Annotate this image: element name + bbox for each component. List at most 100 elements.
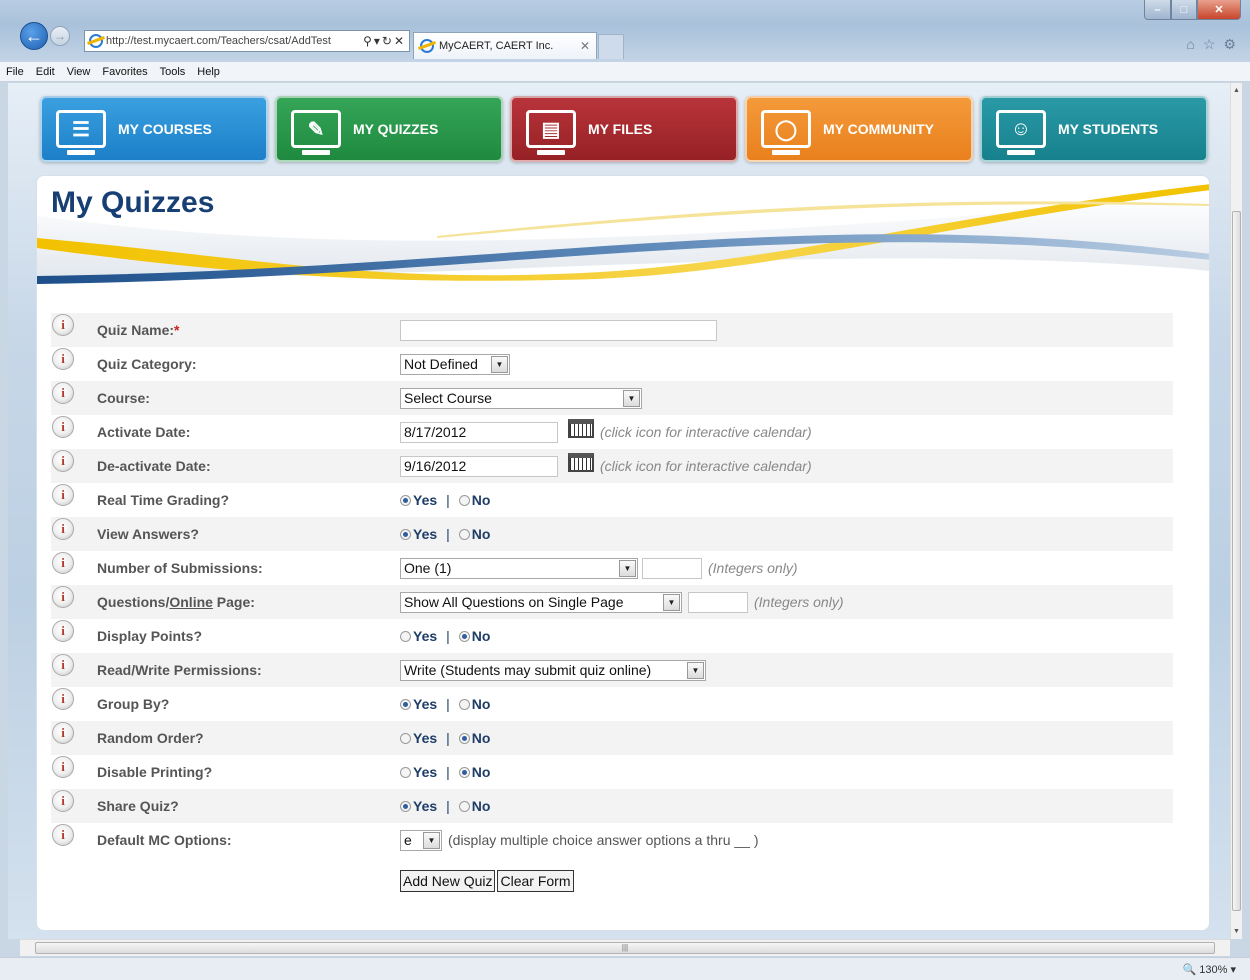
calendar-icon[interactable] xyxy=(568,452,594,472)
menu-edit[interactable]: Edit xyxy=(36,66,55,78)
group-by-yes-radio[interactable] xyxy=(400,698,411,710)
row-quiz-name: i Quiz Name:* xyxy=(51,313,1173,347)
nav-my-files[interactable]: ▤ MY FILES xyxy=(510,96,738,162)
info-icon[interactable]: i xyxy=(52,688,74,710)
address-controls-icon[interactable]: ⚲▾↻✕ xyxy=(360,34,409,48)
dropdown-arrow-icon: ▼ xyxy=(663,593,680,611)
maximize-button[interactable]: □ xyxy=(1171,0,1197,20)
info-icon[interactable]: i xyxy=(52,654,74,676)
disable-printing-yes-radio[interactable] xyxy=(400,766,411,778)
menu-file[interactable]: File xyxy=(6,66,24,78)
content-panel: My Quizzes i Quiz Name:* i Quiz Category… xyxy=(36,175,1210,931)
real-time-grading-no-radio[interactable] xyxy=(458,494,470,506)
row-view-answers: i View Answers? Yes | No xyxy=(51,517,1173,551)
vertical-scroll-thumb[interactable] xyxy=(1232,211,1241,911)
random-order-yes-radio[interactable] xyxy=(400,732,411,744)
horizontal-scrollbar[interactable]: ||| xyxy=(20,939,1230,956)
view-answers-label: View Answers? xyxy=(97,526,199,542)
group-by-label: Group By? xyxy=(97,696,170,712)
quiz-name-input[interactable] xyxy=(400,319,717,341)
menu-favorites[interactable]: Favorites xyxy=(102,66,147,78)
info-icon[interactable]: i xyxy=(52,824,74,846)
dropdown-arrow-icon: ▼ xyxy=(623,389,640,407)
row-read-write-permissions: i Read/Write Permissions: Write (Student… xyxy=(51,653,1173,687)
menu-help[interactable]: Help xyxy=(197,66,220,78)
vertical-scrollbar[interactable]: ▲ ▼ xyxy=(1230,83,1242,939)
nav-my-courses[interactable]: ☰ MY COURSES xyxy=(40,96,268,162)
calendar-hint: (click icon for interactive calendar) xyxy=(600,424,812,440)
row-course: i Course: Select Course ▼ xyxy=(51,381,1173,415)
view-answers-yes-radio[interactable] xyxy=(400,528,411,540)
calendar-icon[interactable] xyxy=(568,418,594,438)
info-icon[interactable]: i xyxy=(52,790,74,812)
no-label: No xyxy=(471,730,491,746)
info-icon[interactable]: i xyxy=(52,518,74,540)
questions-per-page-integer-input[interactable] xyxy=(688,591,748,613)
nav-my-quizzes[interactable]: ✎ MY QUIZZES xyxy=(275,96,503,162)
add-new-quiz-button[interactable]: Add New Quiz xyxy=(400,870,496,892)
share-quiz-no-radio[interactable] xyxy=(458,800,470,812)
home-icon[interactable]: ⌂ xyxy=(1186,36,1194,53)
address-bar[interactable]: http://test.mycaert.com/Teachers/csat/Ad… xyxy=(84,30,410,52)
favorites-star-icon[interactable]: ☆ xyxy=(1203,36,1216,53)
submissions-integer-input[interactable] xyxy=(642,557,702,579)
activate-date-input[interactable] xyxy=(400,421,558,443)
permissions-select[interactable]: Write (Students may submit quiz online) ▼ xyxy=(400,659,706,681)
browser-tab[interactable]: MyCAERT, CAERT Inc. ✕ xyxy=(413,32,597,59)
folder-icon: ▤ xyxy=(526,110,576,155)
quiz-category-select[interactable]: Not Defined ▼ xyxy=(400,353,510,375)
quiz-category-label: Quiz Category: xyxy=(97,356,197,372)
zoom-level[interactable]: 🔍 130% ▾ xyxy=(1183,963,1236,976)
info-icon[interactable]: i xyxy=(52,314,74,336)
course-select[interactable]: Select Course ▼ xyxy=(400,387,642,409)
info-icon[interactable]: i xyxy=(52,450,74,472)
address-url[interactable]: http://test.mycaert.com/Teachers/csat/Ad… xyxy=(106,35,360,47)
minimize-button[interactable]: – xyxy=(1144,0,1171,20)
nav-my-community[interactable]: ◯ MY COMMUNITY xyxy=(745,96,973,162)
new-tab-button[interactable] xyxy=(598,34,624,59)
info-icon[interactable]: i xyxy=(52,586,74,608)
quiz-name-control xyxy=(400,319,717,341)
deactivate-date-input[interactable] xyxy=(400,455,558,477)
row-group-by: i Group By? Yes | No xyxy=(51,687,1173,721)
info-icon[interactable]: i xyxy=(52,416,74,438)
info-icon[interactable]: i xyxy=(52,552,74,574)
row-questions-per-page: i Questions/Online Page: Show All Questi… xyxy=(51,585,1173,619)
display-points-yes-radio[interactable] xyxy=(400,630,411,642)
close-window-button[interactable]: ✕ xyxy=(1197,0,1241,20)
group-by-no-radio[interactable] xyxy=(458,698,470,710)
scroll-up-icon[interactable]: ▲ xyxy=(1233,87,1240,94)
questions-per-page-select[interactable]: Show All Questions on Single Page ▼ xyxy=(400,591,682,613)
info-icon[interactable]: i xyxy=(52,348,74,370)
mc-options-select[interactable]: e ▼ xyxy=(400,829,442,851)
info-icon[interactable]: i xyxy=(52,722,74,744)
disable-printing-no-radio[interactable] xyxy=(458,766,470,778)
menu-view[interactable]: View xyxy=(67,66,91,78)
no-label: No xyxy=(471,764,491,780)
gear-icon[interactable]: ⚙ xyxy=(1223,36,1236,53)
menu-tools[interactable]: Tools xyxy=(160,66,186,78)
disable-printing-label: Disable Printing? xyxy=(97,764,213,780)
back-button[interactable]: ← xyxy=(20,22,48,50)
tab-close-icon[interactable]: ✕ xyxy=(580,39,590,53)
horizontal-scroll-thumb[interactable]: ||| xyxy=(35,942,1215,954)
info-icon[interactable]: i xyxy=(52,484,74,506)
integers-hint: (Integers only) xyxy=(754,594,844,610)
row-real-time-grading: i Real Time Grading? Yes | No xyxy=(51,483,1173,517)
clear-form-button[interactable]: Clear Form xyxy=(497,870,574,892)
real-time-grading-yes-radio[interactable] xyxy=(400,494,411,506)
scroll-down-icon[interactable]: ▼ xyxy=(1233,928,1240,935)
display-points-no-radio[interactable] xyxy=(458,630,470,642)
nav-my-students[interactable]: ☺ MY STUDENTS xyxy=(980,96,1208,162)
info-icon[interactable]: i xyxy=(52,756,74,778)
separator: | xyxy=(446,696,450,712)
info-icon[interactable]: i xyxy=(52,382,74,404)
random-order-no-radio[interactable] xyxy=(458,732,470,744)
share-quiz-yes-radio[interactable] xyxy=(400,800,411,812)
submissions-select[interactable]: One (1) ▼ xyxy=(400,557,638,579)
view-answers-no-radio[interactable] xyxy=(458,528,470,540)
forward-button[interactable]: → xyxy=(50,26,70,46)
info-icon[interactable]: i xyxy=(52,620,74,642)
permissions-value: Write (Students may submit quiz online) xyxy=(404,662,652,678)
questions-per-page-label: Questions/Online Page: xyxy=(97,594,255,610)
